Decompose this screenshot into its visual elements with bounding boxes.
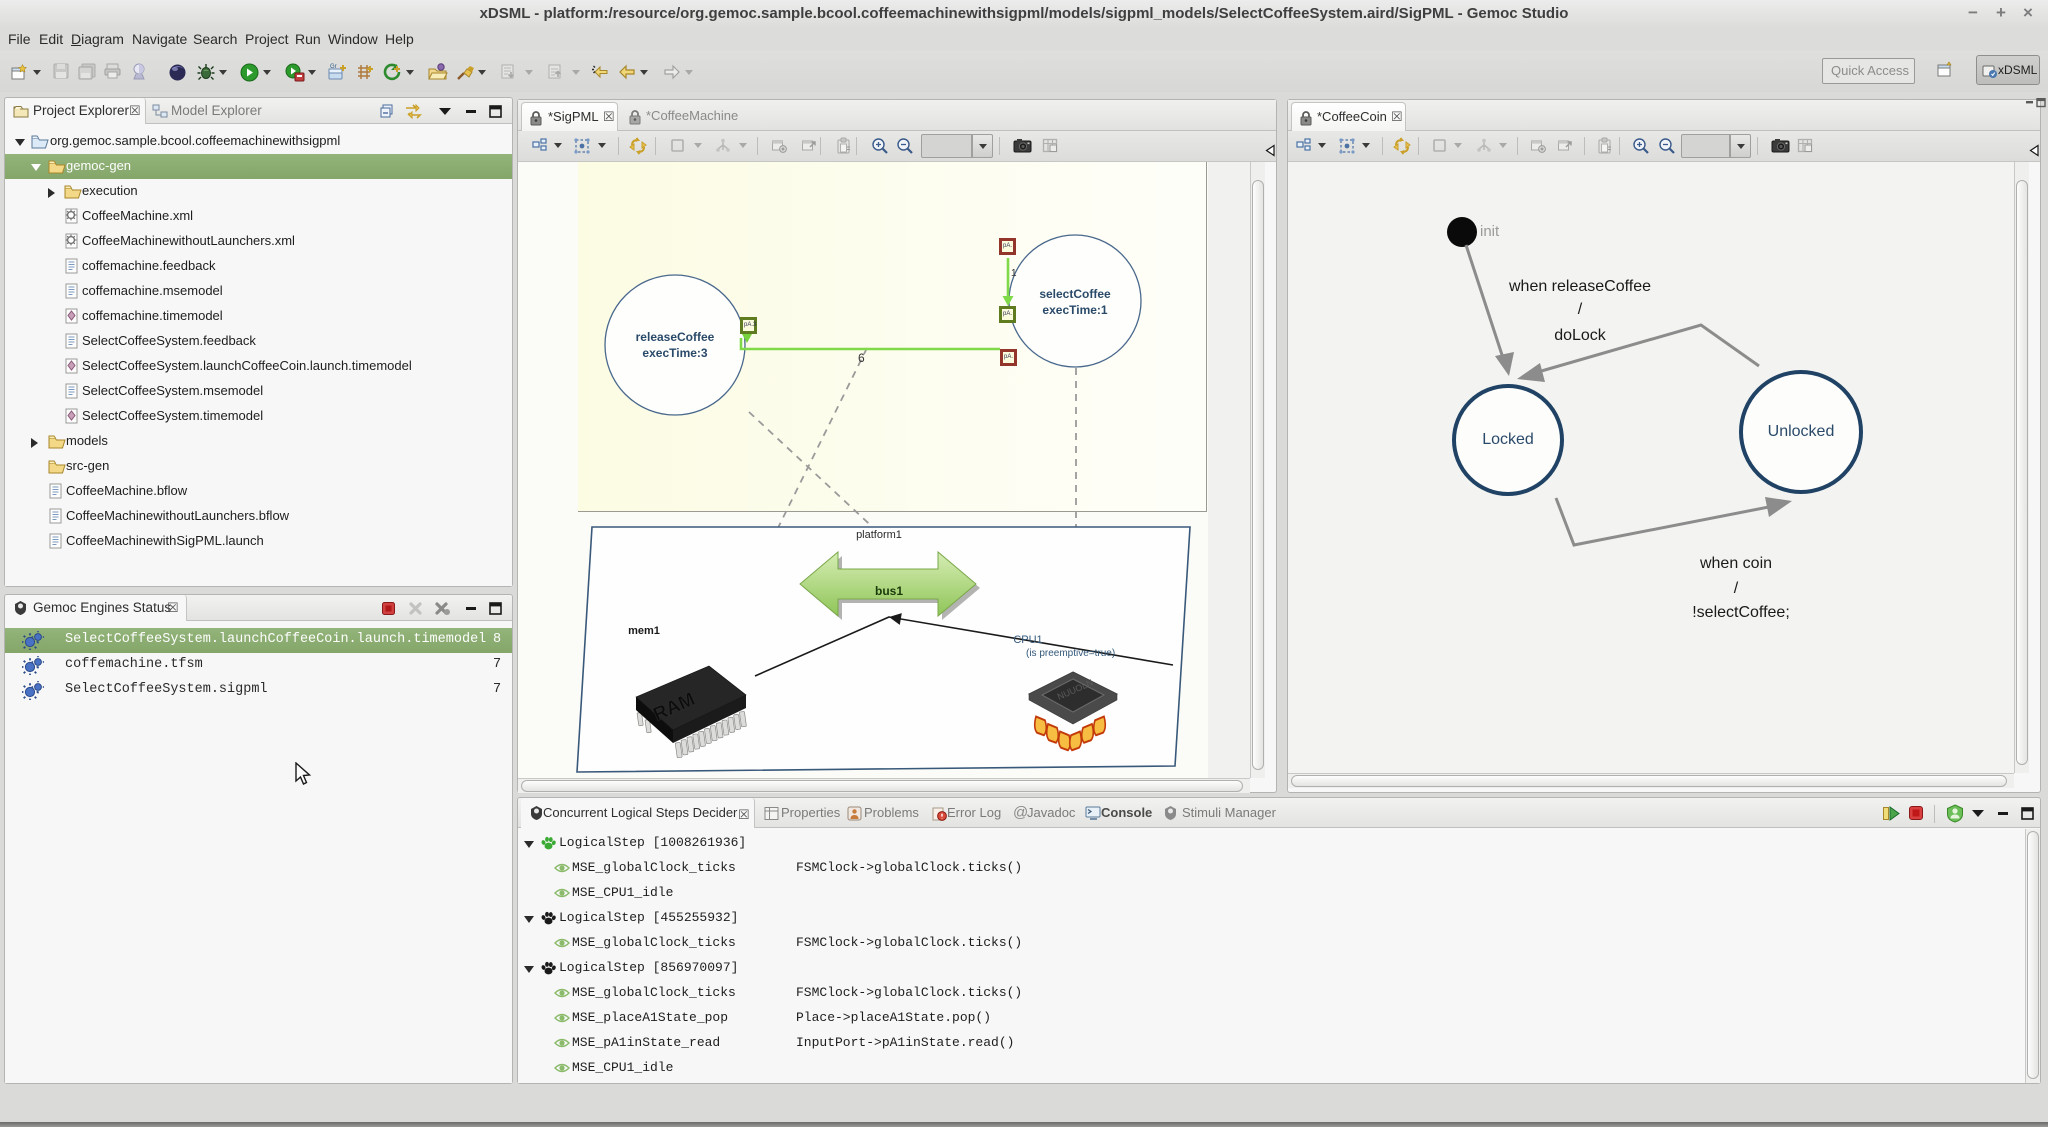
- svg-text:Gr: Gr: [330, 64, 337, 70]
